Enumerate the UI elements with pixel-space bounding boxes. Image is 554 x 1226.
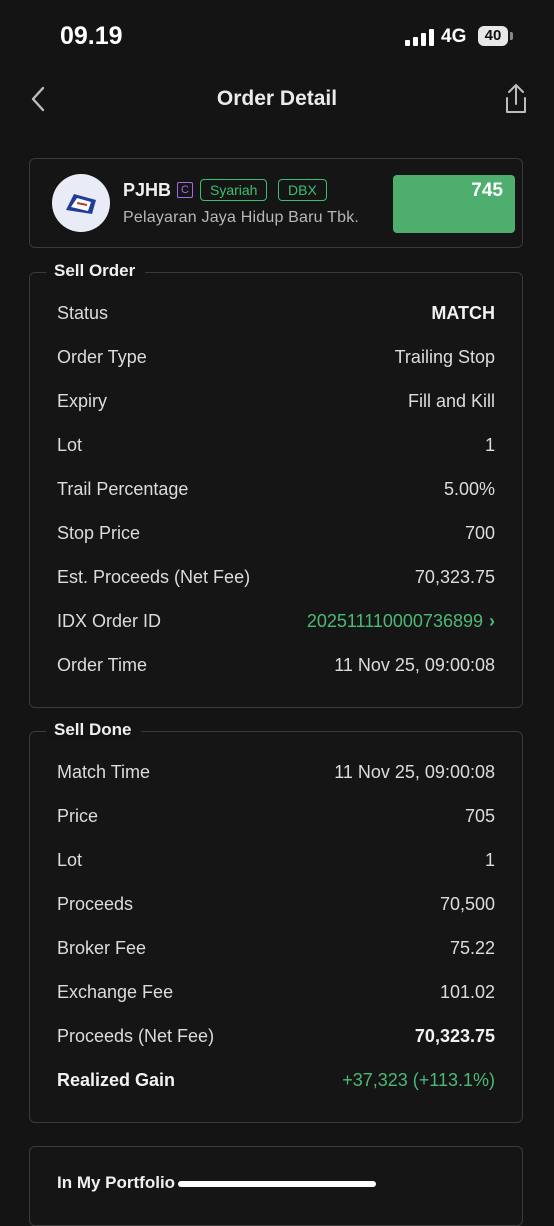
row-value: 5.00% (443, 479, 495, 499)
row-label: Proceeds (Net Fee) (57, 1026, 215, 1046)
chevron-right-icon: › (489, 611, 495, 631)
row-value: 700 (464, 523, 495, 543)
row-est-proceeds: Est. Proceeds (Net Fee) 70,323.75 (57, 567, 495, 591)
status-bar: 09.19 4G 40 (0, 0, 554, 70)
row-idx-order-id[interactable]: IDX Order ID 202511110000736899 › (57, 611, 495, 635)
row-label: Lot (57, 850, 83, 870)
last-price: 745 (471, 180, 503, 201)
row-label: Lot (57, 435, 83, 455)
special-notation-badge: C (177, 182, 193, 198)
row-value: 11 Nov 25, 09:00:08 (334, 762, 495, 782)
share-button[interactable] (500, 82, 532, 116)
row-proceeds-net-fee: Proceeds (Net Fee) 70,323.75 (57, 1026, 495, 1050)
row-value: 75.22 (449, 938, 495, 958)
row-label: Expiry (57, 391, 108, 411)
row-label: Price (57, 806, 99, 826)
row-value: 101.02 (439, 982, 495, 1002)
home-indicator[interactable] (178, 1181, 376, 1187)
battery-tip (510, 32, 513, 40)
tag-dbx: DBX (278, 179, 327, 201)
row-stop-price: Stop Price 700 (57, 523, 495, 547)
row-order-time: Order Time 11 Nov 25, 09:00:08 (57, 655, 495, 679)
idx-order-id-link[interactable]: 202511110000736899 › (307, 611, 495, 632)
company-logo (52, 174, 110, 232)
row-label: Proceeds (57, 894, 134, 914)
row-status: Status MATCH (57, 303, 495, 327)
stock-card[interactable]: PJHB C Syariah DBX Pelayaran Jaya Hidup … (29, 158, 523, 248)
realized-gain-value: +37,323 (+113.1%) (342, 1070, 495, 1090)
row-label: Order Time (57, 655, 148, 675)
row-expiry: Expiry Fill and Kill (57, 391, 495, 415)
row-value: 1 (484, 850, 495, 870)
row-lot: Lot 1 (57, 850, 495, 874)
row-value: 11 Nov 25, 09:00:08 (334, 655, 495, 675)
row-value: Trailing Stop (394, 347, 495, 367)
row-value: 70,323.75 (414, 1026, 495, 1046)
section-title: Sell Done (46, 720, 142, 740)
section-title: Sell Order (46, 261, 146, 281)
company-name: Pelayaran Jaya Hidup Baru Tbk. (123, 209, 360, 226)
order-id-value: 202511110000736899 (306, 611, 483, 631)
status-value: MATCH (431, 303, 495, 323)
row-label: Trail Percentage (57, 479, 189, 499)
row-match-time: Match Time 11 Nov 25, 09:00:08 (57, 762, 495, 786)
share-icon (506, 84, 526, 113)
sell-done-section: Sell Done Match Time 11 Nov 25, 09:00:08… (29, 720, 523, 1123)
price-box: 745 (393, 175, 515, 233)
row-label: Realized Gain (57, 1070, 176, 1090)
sell-order-section: Sell Order Status MATCH Order Type Trail… (29, 261, 523, 708)
row-label: Exchange Fee (57, 982, 174, 1002)
row-label: Status (57, 303, 109, 323)
row-order-type: Order Type Trailing Stop (57, 347, 495, 371)
row-realized-gain: Realized Gain +37,323 (+113.1%) (57, 1070, 495, 1094)
section-title: In My Portfolio (57, 1173, 176, 1192)
row-broker-fee: Broker Fee 75.22 (57, 938, 495, 962)
row-label: Est. Proceeds (Net Fee) (57, 567, 251, 587)
nav-bar: Order Detail (0, 70, 554, 130)
network-type: 4G (441, 26, 467, 47)
row-value: 1 (484, 435, 495, 455)
page-title: Order Detail (216, 87, 338, 110)
row-price: Price 705 (57, 806, 495, 830)
tag-syariah: Syariah (200, 179, 268, 201)
row-value: Fill and Kill (407, 391, 495, 411)
signal-icon (405, 28, 435, 46)
battery-icon: 40 (478, 26, 508, 46)
row-exchange-fee: Exchange Fee 101.02 (57, 982, 495, 1006)
stock-ticker: PJHB (123, 180, 172, 200)
row-value: 705 (464, 806, 495, 826)
row-proceeds: Proceeds 70,500 (57, 894, 495, 918)
row-lot: Lot 1 (57, 435, 495, 459)
row-value: 70,500 (439, 894, 495, 914)
row-value: 70,323.75 (414, 567, 495, 587)
row-label: Order Type (57, 347, 147, 367)
row-label: IDX Order ID (57, 611, 162, 631)
status-time: 09.19 (60, 22, 123, 50)
row-label: Match Time (57, 762, 151, 782)
row-trail-percentage: Trail Percentage 5.00% (57, 479, 495, 503)
row-label: Broker Fee (57, 938, 147, 958)
row-label: Stop Price (57, 523, 141, 543)
